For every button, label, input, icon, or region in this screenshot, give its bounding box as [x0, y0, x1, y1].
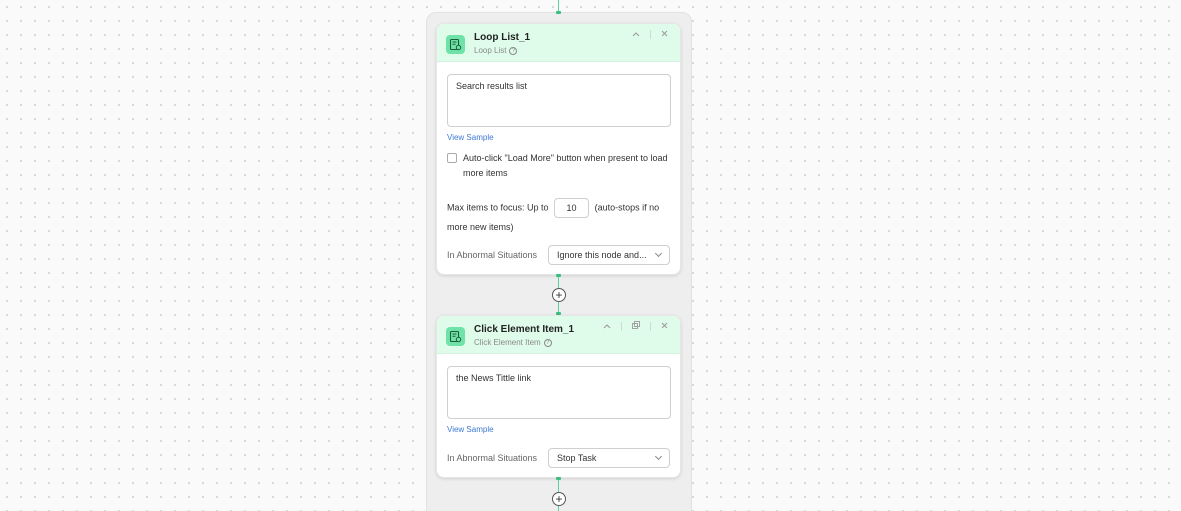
card-body: the News Tittle link View Sample In Abno…	[437, 354, 680, 477]
connector-dot	[556, 11, 561, 14]
list-node-icon	[446, 35, 465, 54]
chevron-down-icon	[654, 249, 663, 258]
header-actions	[603, 321, 668, 331]
chevron-down-icon	[654, 452, 663, 461]
node-type-label: Click Element Item	[474, 338, 541, 347]
abnormal-situations-label: In Abnormal Situations	[447, 250, 538, 260]
copy-icon[interactable]	[632, 321, 640, 331]
divider	[621, 321, 622, 331]
divider	[650, 29, 651, 39]
node-subtitle: Click Element Item ?	[474, 338, 552, 347]
element-description-input[interactable]: the News Tittle link	[447, 366, 671, 419]
loop-list-card[interactable]: Loop List_1 Loop List ? Search results l…	[436, 23, 681, 275]
node-title: Loop List_1	[474, 32, 531, 43]
chevron-up-icon[interactable]	[632, 29, 640, 39]
abnormal-situations-row: In Abnormal Situations Stop Task	[447, 448, 670, 468]
connector-dot	[556, 274, 561, 277]
max-items-row: Max items to focus: Up to 10 (auto-stops…	[447, 198, 670, 236]
close-icon[interactable]	[661, 29, 668, 39]
card-header: Loop List_1 Loop List ?	[437, 24, 680, 62]
element-description-input[interactable]: Search results list	[447, 74, 671, 127]
max-items-input[interactable]: 10	[554, 198, 590, 218]
list-node-icon	[446, 327, 465, 346]
abnormal-situations-label: In Abnormal Situations	[447, 453, 538, 463]
add-node-button[interactable]: +	[552, 492, 566, 506]
load-more-checkbox[interactable]	[447, 153, 457, 163]
abnormal-situations-value: Ignore this node and...	[557, 250, 647, 260]
max-items-prefix: Max items to focus: Up to	[447, 202, 549, 213]
abnormal-situations-value: Stop Task	[557, 453, 597, 463]
chevron-up-icon[interactable]	[603, 321, 611, 331]
add-node-button[interactable]: +	[552, 288, 566, 302]
node-type-label: Loop List	[474, 46, 507, 55]
load-more-option: Auto-click "Load More" button when prese…	[447, 151, 670, 181]
node-subtitle: Loop List ?	[474, 46, 518, 55]
abnormal-situations-select[interactable]: Ignore this node and...	[548, 245, 670, 265]
help-icon[interactable]: ?	[509, 46, 518, 55]
connector-dot	[556, 477, 561, 480]
view-sample-link[interactable]: View Sample	[447, 133, 670, 142]
abnormal-situations-select[interactable]: Stop Task	[548, 448, 670, 468]
abnormal-situations-row: In Abnormal Situations Ignore this node …	[447, 245, 670, 265]
close-icon[interactable]	[661, 321, 668, 331]
click-element-card[interactable]: Click Element Item_1 Click Element Item …	[436, 315, 681, 478]
help-icon[interactable]: ?	[543, 338, 552, 347]
load-more-label: Auto-click "Load More" button when prese…	[463, 153, 668, 178]
divider	[650, 321, 651, 331]
header-actions	[632, 29, 668, 39]
card-body: Search results list View Sample Auto-cli…	[437, 62, 680, 274]
node-title: Click Element Item_1	[474, 324, 575, 335]
card-header: Click Element Item_1 Click Element Item …	[437, 316, 680, 354]
view-sample-link[interactable]: View Sample	[447, 425, 670, 434]
